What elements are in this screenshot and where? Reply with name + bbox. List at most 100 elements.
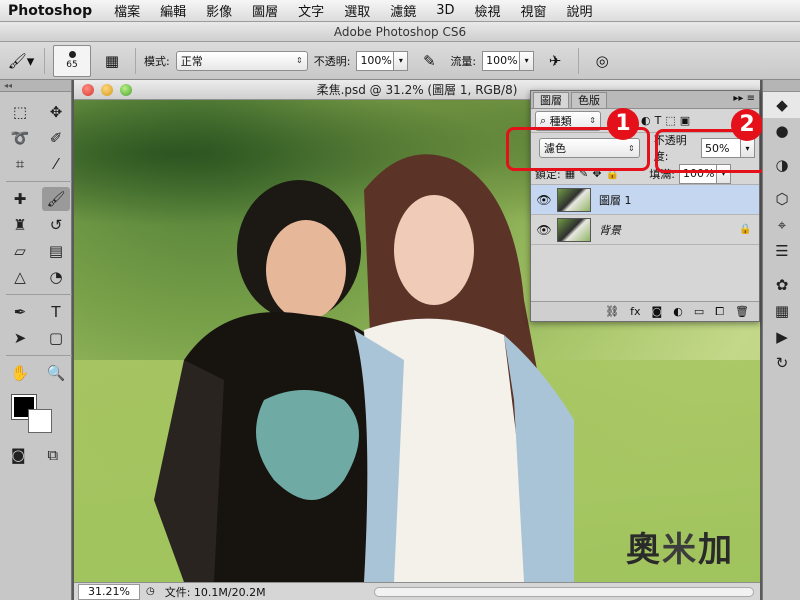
menu-3d[interactable]: 3D [426, 3, 464, 18]
shape-filter-icon[interactable]: ⬚ [665, 114, 675, 127]
properties-panel-icon[interactable]: ☰ [763, 238, 800, 264]
3d-panel-icon[interactable]: ⬡ [763, 186, 800, 212]
brush-preset-picker[interactable]: 65 [53, 44, 91, 77]
menu-view[interactable]: 檢視 [465, 1, 511, 20]
dodge-tool-icon[interactable]: ◔ [42, 265, 70, 289]
right-woman-face [394, 195, 474, 305]
hand-tool-icon[interactable]: ✋ [6, 361, 34, 385]
quick-select-tool-icon[interactable]: ✐ [42, 126, 70, 150]
blur-tool-icon[interactable]: △ [6, 265, 34, 289]
tab-layers[interactable]: 圖層 [533, 92, 569, 108]
opacity-label: 不透明: [313, 54, 351, 68]
gradient-tool-icon[interactable]: ▤ [42, 239, 70, 263]
left-woman-face [266, 220, 346, 320]
divider [6, 181, 72, 182]
flow-input[interactable]: 100% [482, 50, 521, 71]
watermark-char-1: 奧 [626, 530, 662, 570]
watermark-logo: 奧米加 [626, 522, 734, 571]
menu-help[interactable]: 說明 [557, 1, 603, 20]
left-woman-arm [154, 360, 224, 582]
window-controls [82, 84, 132, 96]
history-panel-icon[interactable]: ↻ [763, 350, 800, 376]
background-color-swatch[interactable] [28, 409, 52, 433]
visibility-eye-icon[interactable]: 👁 [531, 193, 557, 207]
swatches-panel-icon[interactable]: ▦ [763, 298, 800, 324]
crop-tool-icon[interactable]: ⌗ [6, 152, 34, 176]
history-brush-tool-icon[interactable]: ↺ [42, 213, 70, 237]
divider [6, 355, 72, 356]
link-layers-icon[interactable]: ⛓ [605, 305, 619, 318]
document-status-bar: 31.21% ◷ 文件: 10.1M/20.2M [74, 582, 760, 600]
layer-style-fx-icon[interactable]: fx [630, 305, 640, 318]
paths-panel-icon[interactable]: ⌖ [763, 212, 800, 238]
panel-collapse-icon[interactable]: ◂◂ [0, 80, 71, 92]
tab-channels[interactable]: 色版 [571, 92, 607, 108]
brush-tool-icon[interactable]: 🖌 [42, 187, 70, 211]
tools-panel: ◂◂ ⬚ ✥ ➰ ✐ ⌗ ⁄ ✚ 🖌 ♜ ↺ ▱ ▤ △ ◔ ✒ T ➤ ▢ ✋… [0, 80, 72, 600]
actions-panel-icon[interactable]: ▶ [763, 324, 800, 350]
menu-layer[interactable]: 圖層 [242, 1, 288, 20]
pressure-size-icon[interactable]: ◎ [587, 49, 617, 73]
lasso-tool-icon[interactable]: ➰ [6, 126, 34, 150]
close-button[interactable] [82, 84, 94, 96]
move-tool-icon[interactable]: ✥ [42, 100, 70, 124]
delete-layer-icon[interactable]: 🗑 [735, 305, 749, 318]
menu-type[interactable]: 文字 [288, 1, 334, 20]
panel-menu-icon[interactable]: ▸▸ ≡ [733, 93, 755, 104]
layer-row-background[interactable]: 👁 背景 🔒 [531, 215, 759, 245]
lock-icon: 🔒 [739, 224, 752, 235]
screen-mode-icon[interactable]: ⧉ [43, 443, 64, 467]
mode-select[interactable]: 正常 ⇕ [175, 50, 308, 71]
adjustments-panel-icon[interactable]: ◑ [763, 152, 800, 178]
type-tool-icon[interactable]: T [42, 300, 70, 324]
brush-presets-panel-icon[interactable]: ✿ [763, 272, 800, 298]
type-filter-icon[interactable]: T [655, 114, 662, 127]
menu-select[interactable]: 選取 [334, 1, 380, 20]
zoom-tool-icon[interactable]: 🔍 [42, 361, 70, 385]
horizontal-scrollbar[interactable] [374, 587, 754, 597]
menu-edit[interactable]: 編輯 [150, 1, 196, 20]
layer-name: 背景 [599, 223, 621, 237]
pen-tool-icon[interactable]: ✒ [6, 300, 34, 324]
search-icon: ⌕ [540, 113, 550, 127]
pressure-opacity-icon[interactable]: ✎ [414, 49, 444, 73]
clone-stamp-tool-icon[interactable]: ♜ [6, 213, 34, 237]
zoom-button[interactable] [120, 84, 132, 96]
layer-thumbnail [557, 217, 591, 242]
menu-image[interactable]: 影像 [196, 1, 242, 20]
shape-tool-icon[interactable]: ▢ [42, 326, 70, 350]
healing-brush-tool-icon[interactable]: ✚ [6, 187, 34, 211]
opacity-input[interactable]: 100% [356, 50, 395, 71]
layer-row-1[interactable]: 👁 圖層 1 [531, 185, 759, 215]
quick-mask-icon[interactable]: ◙ [8, 443, 29, 467]
new-group-icon[interactable]: ▭ [694, 305, 704, 318]
app-menu[interactable]: Photoshop [0, 3, 104, 19]
adjustment-filter-icon[interactable]: ◐ [641, 114, 651, 127]
visibility-eye-icon[interactable]: 👁 [531, 223, 557, 237]
flow-dropdown[interactable]: ▾ [520, 50, 535, 71]
layers-panel-footer: ⛓ fx ◙ ◐ ▭ ⧠ 🗑 [531, 301, 759, 321]
menu-file[interactable]: 檔案 [104, 1, 150, 20]
airbrush-icon[interactable]: ✈ [540, 49, 570, 73]
minimize-button[interactable] [101, 84, 113, 96]
new-adjustment-layer-icon[interactable]: ◐ [673, 305, 683, 318]
layers-panel-tabs: 圖層 色版 ▸▸ ≡ [531, 91, 759, 109]
flow-label: 流量: [450, 54, 477, 68]
color-panel-icon[interactable]: ● [763, 118, 800, 144]
brush-panel-toggle-icon[interactable]: ▦ [97, 49, 127, 73]
layers-panel-icon[interactable]: ◆ [763, 92, 800, 118]
menu-window[interactable]: 視窗 [511, 1, 557, 20]
dock-collapse-grip[interactable] [763, 80, 800, 92]
status-menu-icon[interactable]: ◷ [146, 586, 155, 597]
path-select-tool-icon[interactable]: ➤ [6, 326, 34, 350]
eyedropper-tool-icon[interactable]: ⁄ [42, 152, 70, 176]
new-layer-icon[interactable]: ⧠ [715, 305, 724, 319]
eraser-tool-icon[interactable]: ▱ [6, 239, 34, 263]
marquee-tool-icon[interactable]: ⬚ [6, 100, 34, 124]
zoom-level-field[interactable]: 31.21% [78, 583, 140, 600]
opacity-dropdown[interactable]: ▾ [394, 50, 409, 71]
brush-tool-preset-icon[interactable]: 🖌▾ [6, 49, 36, 73]
smart-object-filter-icon[interactable]: ▣ [680, 114, 690, 127]
add-mask-icon[interactable]: ◙ [652, 305, 663, 318]
menu-filter[interactable]: 濾鏡 [380, 1, 426, 20]
